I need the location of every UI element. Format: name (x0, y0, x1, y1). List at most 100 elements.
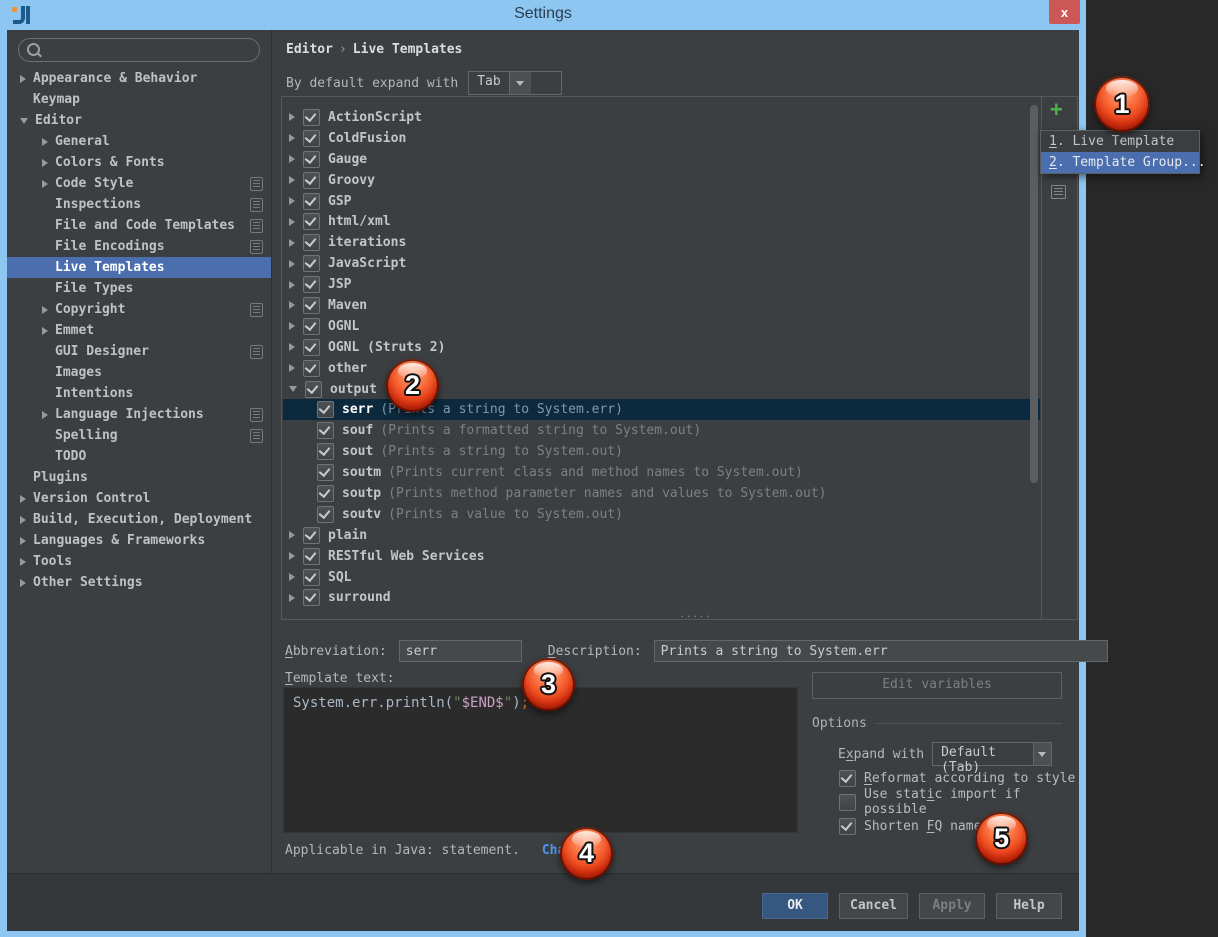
chevron-collapsed-icon[interactable] (289, 573, 295, 581)
chevron-expanded-icon[interactable] (289, 386, 297, 392)
sidebar-item-live-templates[interactable]: Live Templates (7, 257, 271, 278)
template-checkbox[interactable] (317, 506, 334, 523)
chevron-collapsed-icon[interactable] (289, 552, 295, 560)
vertical-scrollbar[interactable] (1030, 105, 1038, 483)
sidebar-item-code-style[interactable]: Code Style (7, 173, 271, 194)
chevron-down-icon[interactable] (509, 72, 531, 94)
template-group-row-iterations[interactable]: iterations (283, 232, 1040, 253)
sidebar-item-colors-fonts[interactable]: Colors & Fonts (7, 152, 271, 173)
template-group-row-sql[interactable]: SQL (283, 567, 1040, 588)
sidebar-item-images[interactable]: Images (7, 362, 271, 383)
sidebar-item-editor[interactable]: Editor (7, 110, 271, 131)
sidebar-item-todo[interactable]: TODO (7, 446, 271, 467)
template-group-row-restful-web-services[interactable]: RESTful Web Services (283, 546, 1040, 567)
title-bar[interactable]: Settings x (0, 0, 1086, 30)
template-group-row-actionscript[interactable]: ActionScript (283, 107, 1040, 128)
chevron-collapsed-icon[interactable] (289, 176, 295, 184)
popup-item-1[interactable]: 1. Live Template (1041, 131, 1199, 152)
sidebar-item-plugins[interactable]: Plugins (7, 467, 271, 488)
chevron-collapsed-icon[interactable] (42, 327, 48, 335)
chevron-collapsed-icon[interactable] (289, 134, 295, 142)
template-checkbox[interactable] (317, 401, 334, 418)
template-checkbox[interactable] (317, 422, 334, 439)
sidebar-item-keymap[interactable]: Keymap (7, 89, 271, 110)
template-checkbox[interactable] (303, 339, 320, 356)
chevron-collapsed-icon[interactable] (289, 239, 295, 247)
template-checkbox[interactable] (303, 255, 320, 272)
edit-variables-button[interactable]: Edit variables (812, 672, 1062, 699)
chevron-expanded-icon[interactable] (20, 118, 28, 124)
template-checkbox[interactable] (303, 318, 320, 335)
sidebar-item-inspections[interactable]: Inspections (7, 194, 271, 215)
sidebar-item-intentions[interactable]: Intentions (7, 383, 271, 404)
sidebar-item-tools[interactable]: Tools (7, 551, 271, 572)
chevron-collapsed-icon[interactable] (42, 306, 48, 314)
description-input[interactable] (654, 640, 1108, 662)
expand-with-combobox[interactable]: Default (Tab) (932, 742, 1052, 766)
template-checkbox[interactable] (303, 130, 320, 147)
sidebar-item-emmet[interactable]: Emmet (7, 320, 271, 341)
splitter-grip[interactable]: ..... (680, 613, 712, 617)
sidebar-item-copyright[interactable]: Copyright (7, 299, 271, 320)
template-checkbox[interactable] (305, 381, 322, 398)
chevron-collapsed-icon[interactable] (42, 159, 48, 167)
template-group-row-javascript[interactable]: JavaScript (283, 253, 1040, 274)
popup-item-2[interactable]: 2. Template Group... (1041, 152, 1199, 173)
template-group-row-groovy[interactable]: Groovy (283, 170, 1040, 191)
sidebar-item-file-encodings[interactable]: File Encodings (7, 236, 271, 257)
help-button[interactable]: Help (996, 893, 1062, 919)
chevron-collapsed-icon[interactable] (289, 322, 295, 330)
sidebar-item-file-types[interactable]: File Types (7, 278, 271, 299)
search-field[interactable] (18, 38, 260, 62)
chevron-collapsed-icon[interactable] (289, 260, 295, 268)
sidebar-item-gui-designer[interactable]: GUI Designer (7, 341, 271, 362)
template-checkbox[interactable] (303, 297, 320, 314)
template-checkbox[interactable] (317, 443, 334, 460)
template-group-row-html-xml[interactable]: html/xml (283, 211, 1040, 232)
sidebar-item-general[interactable]: General (7, 131, 271, 152)
template-checkbox[interactable] (303, 193, 320, 210)
template-group-row-plain[interactable]: plain (283, 525, 1040, 546)
sidebar-item-language-injections[interactable]: Language Injections (7, 404, 271, 425)
close-button[interactable]: x (1049, 0, 1080, 24)
sidebar-item-spelling[interactable]: Spelling (7, 425, 271, 446)
sidebar-item-build-execution-deployment[interactable]: Build, Execution, Deployment (7, 509, 271, 530)
template-item-row-soutp[interactable]: soutp(Prints method parameter names and … (283, 483, 1040, 504)
template-checkbox[interactable] (303, 213, 320, 230)
chevron-collapsed-icon[interactable] (289, 113, 295, 121)
template-checkbox[interactable] (303, 548, 320, 565)
abbreviation-input[interactable] (399, 640, 522, 662)
search-input[interactable] (45, 40, 249, 60)
chevron-collapsed-icon[interactable] (20, 579, 26, 587)
ok-button[interactable]: OK (762, 893, 828, 919)
option-checkbox-use-static-import-if-possible[interactable]: Use static import if possible (839, 790, 1079, 814)
chevron-down-icon[interactable] (1033, 743, 1051, 765)
sidebar-item-appearance-behavior[interactable]: Appearance & Behavior (7, 68, 271, 89)
template-group-row-jsp[interactable]: JSP (283, 274, 1040, 295)
chevron-collapsed-icon[interactable] (289, 281, 295, 289)
template-item-row-sout[interactable]: sout(Prints a string to System.out) (283, 441, 1040, 462)
add-button[interactable]: + (1050, 99, 1063, 120)
list-icon[interactable] (1051, 185, 1066, 199)
chevron-collapsed-icon[interactable] (289, 301, 295, 309)
chevron-collapsed-icon[interactable] (289, 343, 295, 351)
template-checkbox[interactable] (303, 360, 320, 377)
sidebar-item-languages-frameworks[interactable]: Languages & Frameworks (7, 530, 271, 551)
chevron-collapsed-icon[interactable] (20, 495, 26, 503)
chevron-collapsed-icon[interactable] (289, 531, 295, 539)
template-checkbox[interactable] (303, 151, 320, 168)
template-checkbox[interactable] (303, 172, 320, 189)
chevron-collapsed-icon[interactable] (289, 155, 295, 163)
template-checkbox[interactable] (303, 569, 320, 586)
sidebar-item-other-settings[interactable]: Other Settings (7, 572, 271, 593)
chevron-collapsed-icon[interactable] (289, 594, 295, 602)
chevron-collapsed-icon[interactable] (20, 516, 26, 524)
option-checkbox-shorten-fq-names[interactable]: Shorten FQ names (839, 814, 1079, 838)
default-expand-combobox[interactable]: Tab (468, 71, 562, 95)
cancel-button[interactable]: Cancel (839, 893, 908, 919)
template-checkbox[interactable] (303, 234, 320, 251)
template-group-row-gauge[interactable]: Gauge (283, 149, 1040, 170)
template-group-row-maven[interactable]: Maven (283, 295, 1040, 316)
chevron-collapsed-icon[interactable] (42, 180, 48, 188)
template-group-row-ognl-struts-2-[interactable]: OGNL (Struts 2) (283, 337, 1040, 358)
